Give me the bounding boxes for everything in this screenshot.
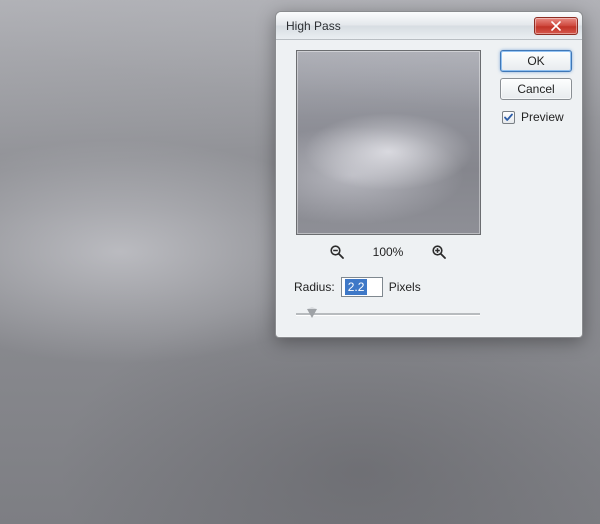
close-icon — [551, 21, 561, 31]
radius-value: 2.2 — [345, 279, 368, 295]
left-column: 100% Radius: 2.2 Pixels — [286, 50, 490, 323]
check-icon — [503, 112, 514, 123]
radius-label: Radius: — [294, 280, 335, 294]
zoom-controls: 100% — [286, 243, 490, 261]
preview-toggle-row: Preview — [502, 110, 572, 124]
radius-input[interactable]: 2.2 — [341, 277, 383, 297]
zoom-in-button[interactable] — [430, 243, 448, 261]
radius-row: Radius: 2.2 Pixels — [294, 277, 490, 297]
preview-checkbox[interactable] — [502, 111, 515, 124]
slider-track — [296, 313, 480, 315]
close-button[interactable] — [534, 17, 578, 35]
filter-preview[interactable] — [296, 50, 481, 235]
preview-label: Preview — [521, 110, 564, 124]
zoom-level: 100% — [368, 245, 408, 259]
zoom-out-button[interactable] — [328, 243, 346, 261]
radius-unit: Pixels — [389, 280, 421, 294]
titlebar[interactable]: High Pass — [276, 12, 582, 40]
dialog-title: High Pass — [286, 19, 534, 33]
high-pass-dialog: High Pass 100% — [275, 11, 583, 338]
radius-slider[interactable] — [296, 307, 480, 323]
cancel-button[interactable]: Cancel — [500, 78, 572, 100]
zoom-in-icon — [431, 244, 447, 260]
ok-button[interactable]: OK — [500, 50, 572, 72]
dialog-body: 100% Radius: 2.2 Pixels — [276, 40, 582, 337]
zoom-out-icon — [329, 244, 345, 260]
slider-thumb[interactable] — [307, 309, 317, 318]
right-column: OK Cancel Preview — [500, 50, 572, 323]
